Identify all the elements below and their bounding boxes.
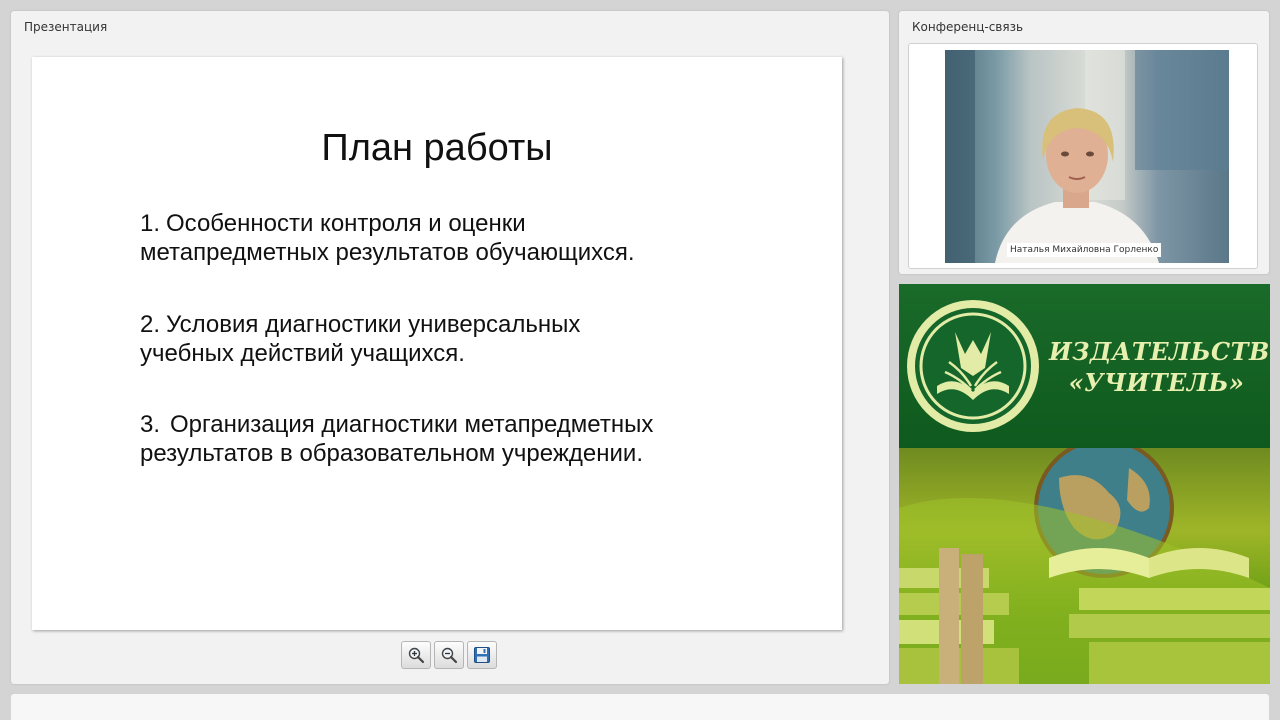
bottom-panel xyxy=(11,694,1269,720)
speaker-video[interactable]: Наталья Михайловна Горленко xyxy=(945,50,1229,263)
save-button[interactable] xyxy=(467,641,497,669)
publisher-banner[interactable]: ИЗДАТЕЛЬСТВО «УЧИТЕЛЬ» xyxy=(899,284,1270,684)
zoom-in-icon xyxy=(408,647,425,664)
slide-item-number: 3. xyxy=(140,411,161,438)
speaker-name-label: Наталья Михайловна Горленко xyxy=(1007,243,1162,257)
slide-list-item: 3. Организация диагностики метапредметных… xyxy=(140,410,780,468)
presentation-panel-title: Презентация xyxy=(24,20,108,34)
slide-item-text: Организация диагностики метапредметных xyxy=(170,411,654,438)
slide-item-text: результатов в образовательном учреждении… xyxy=(140,440,643,467)
presentation-panel: Презентация План работы 1. Особенности ко… xyxy=(11,11,889,684)
conference-panel-title: Конференц-связь xyxy=(912,20,1024,34)
publisher-logo-icon xyxy=(907,300,1039,432)
slide-title: План работы xyxy=(321,127,553,169)
slide-list-item: 2. Условия диагностики универсальных учеб… xyxy=(140,310,780,368)
publisher-name-line2: «УЧИТЕЛЬ» xyxy=(1068,368,1245,397)
zoom-out-button[interactable] xyxy=(434,641,464,669)
publisher-name-line1: ИЗДАТЕЛЬСТВО xyxy=(1049,337,1270,366)
presentation-toolbar xyxy=(401,641,497,669)
slide-item-number: 1. xyxy=(140,210,161,237)
floppy-disk-icon xyxy=(474,647,490,663)
video-frame: Наталья Михайловна Горленко xyxy=(908,43,1258,269)
banner-image-area xyxy=(899,448,1270,684)
slide-item-text: Особенности контроля и оценки xyxy=(166,210,526,237)
zoom-in-button[interactable] xyxy=(401,641,431,669)
slide-item-number: 2. xyxy=(140,311,161,338)
slide-list-item: 1. Особенности контроля и оценки метапред… xyxy=(140,209,780,267)
slide-item-text: Условия диагностики универсальных xyxy=(166,311,581,338)
zoom-out-icon xyxy=(441,647,458,664)
conference-panel: Конференц-связь Наталья Михайловна Горле… xyxy=(899,11,1269,274)
speaker-portrait-icon xyxy=(945,50,1229,263)
books-and-globe-illustration-icon xyxy=(899,448,1270,684)
banner-logo-area: ИЗДАТЕЛЬСТВО «УЧИТЕЛЬ» xyxy=(899,284,1270,448)
slide-item-text: метапредметных результатов обучающихся. xyxy=(140,239,635,266)
slide-item-text: учебных действий учащихся. xyxy=(140,340,465,367)
presentation-slide: План работы 1. Особенности контроля и оце… xyxy=(32,57,842,630)
